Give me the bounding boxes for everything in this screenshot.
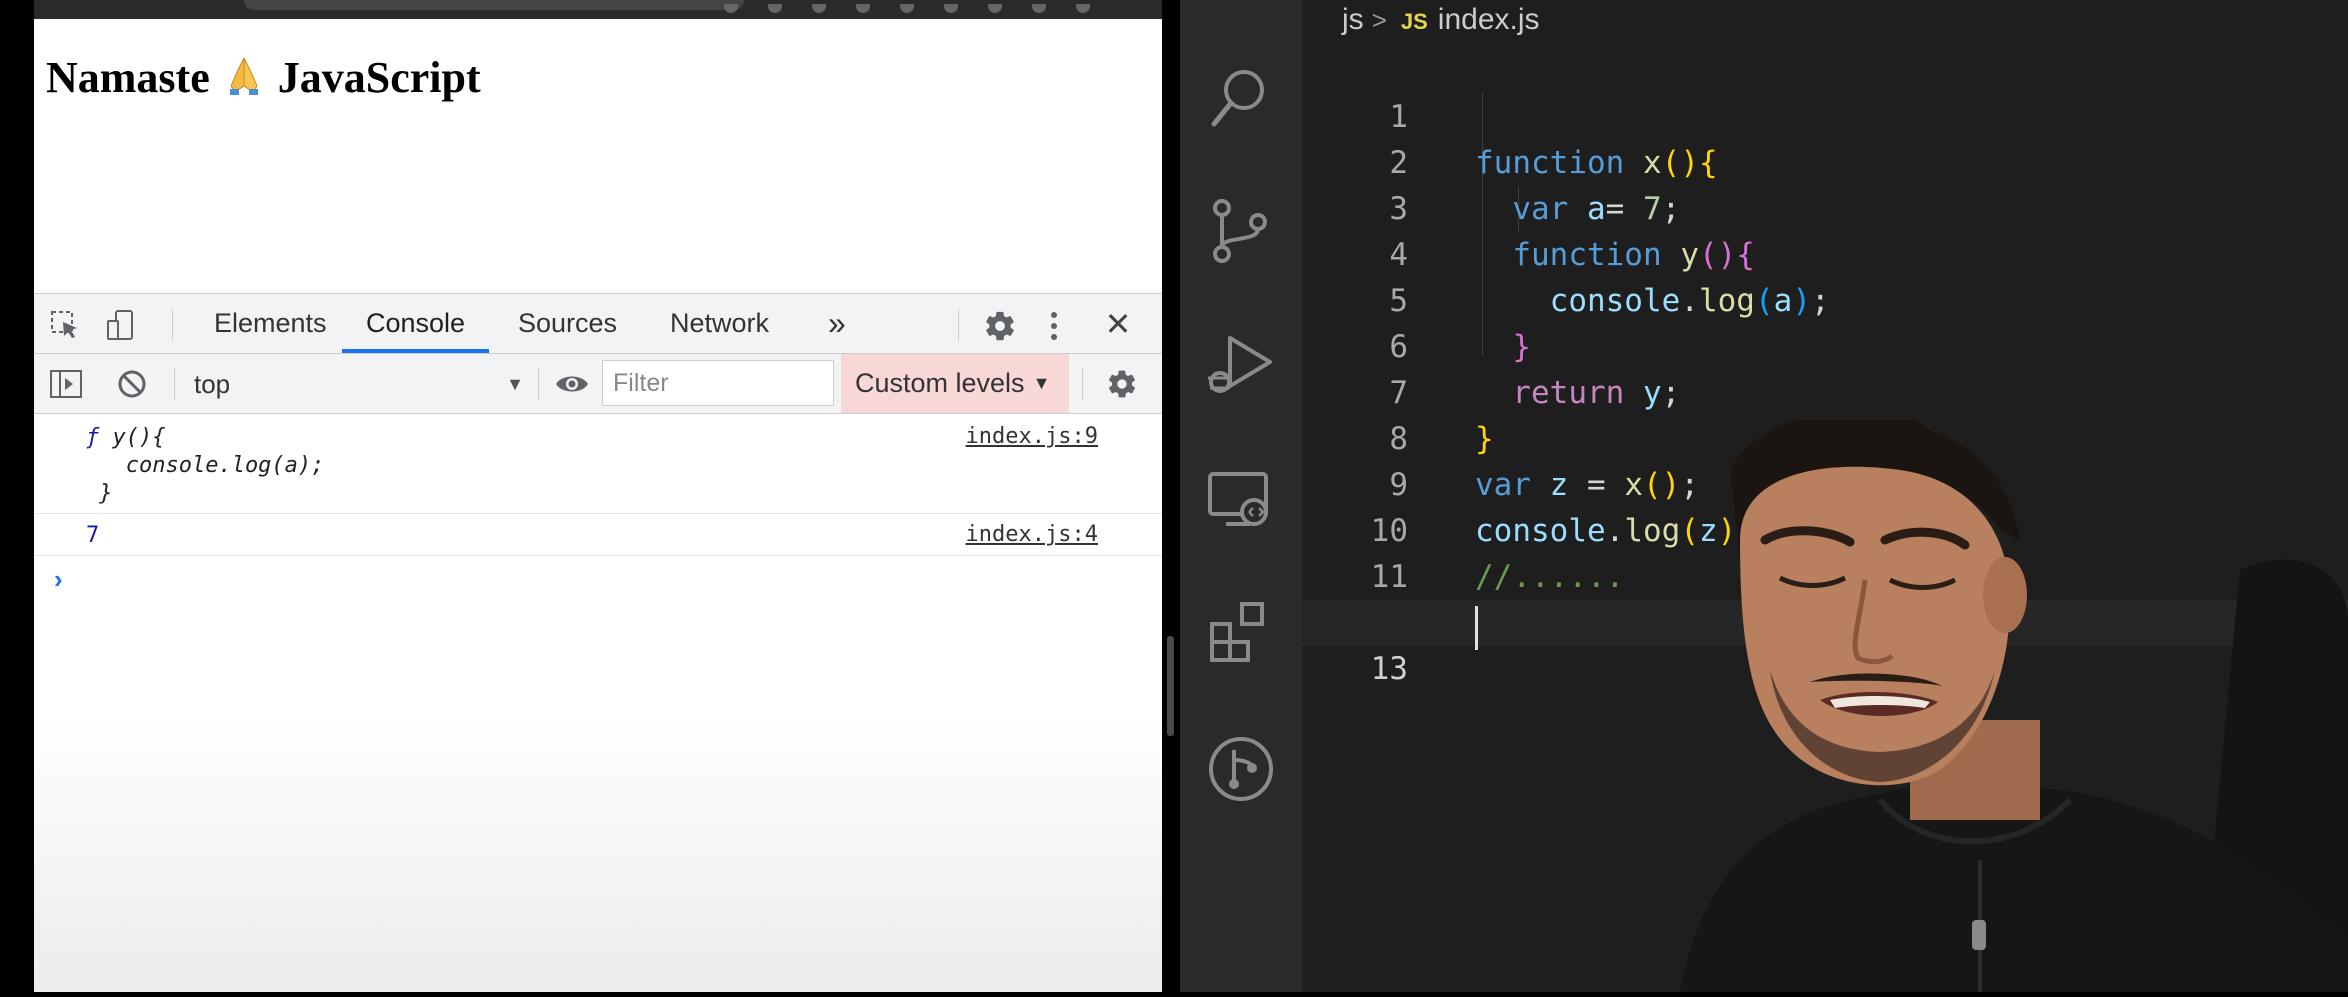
explorer-search-icon[interactable] — [1206, 62, 1276, 132]
console-filter-input[interactable] — [602, 360, 834, 406]
page-title-left: Namaste — [46, 53, 210, 102]
context-selector[interactable]: top ▼ — [194, 364, 524, 404]
console-settings-gear-icon[interactable] — [1104, 366, 1140, 402]
console-output: ƒ y(){ console.log(a); } index.js:9 7 in… — [34, 414, 1162, 992]
context-value: top — [194, 369, 231, 399]
extension-icons — [724, 0, 1144, 13]
eye-icon[interactable] — [552, 366, 592, 402]
code-line-2: 2 var a= 7; — [1389, 145, 1681, 227]
code-line-6: 6 return y; — [1389, 329, 1681, 411]
js-file-icon: JS — [1400, 9, 1428, 34]
clear-console-icon[interactable] — [114, 366, 150, 402]
run-debug-icon[interactable] — [1206, 330, 1276, 400]
chevron-down-icon: ▼ — [1032, 373, 1051, 393]
page-title-right: JavaScript — [277, 53, 481, 102]
source-link[interactable]: index.js:4 — [966, 522, 1098, 547]
code-line-5: 5 } — [1389, 283, 1531, 365]
activity-bar — [1180, 0, 1302, 992]
code-line-7: 7 } — [1389, 375, 1494, 457]
console-prompt[interactable]: › — [54, 564, 63, 595]
code-line-4: 4 console.log(a); — [1389, 237, 1830, 319]
console-message: ƒ y(){ console.log(a); } index.js:9 — [34, 414, 1162, 514]
more-tabs-button[interactable]: » — [804, 294, 870, 353]
console-message: 7 index.js:4 — [34, 514, 1162, 556]
chevron-right-icon: > — [1371, 5, 1387, 35]
folded-hands-emoji — [227, 56, 261, 107]
console-message-text: ƒ y(){ console.log(a); } — [86, 425, 325, 506]
close-icon[interactable]: ✕ — [1100, 306, 1136, 342]
chevron-down-icon: ▼ — [506, 374, 524, 394]
split-divider — [1162, 0, 1180, 992]
tab-sources[interactable]: Sources — [494, 294, 641, 353]
extensions-icon[interactable] — [1206, 598, 1276, 668]
device-toolbar-icon[interactable] — [104, 308, 138, 342]
presenter-webcam — [1680, 409, 2348, 992]
log-levels-label: Custom levels — [855, 368, 1025, 398]
breadcrumb-folder[interactable]: js — [1342, 3, 1364, 36]
console-toolbar: top ▼ Custom levels ▼ — [34, 354, 1162, 414]
text-cursor — [1475, 606, 1478, 650]
remote-explorer-icon[interactable] — [1206, 466, 1276, 536]
code-line-1: 1 function x(){ — [1389, 99, 1718, 181]
split-drag-handle[interactable] — [1167, 636, 1174, 736]
code-line-3: 3 function y(){ — [1389, 191, 1755, 273]
left-letterbox — [0, 0, 34, 992]
tab-console[interactable]: Console — [342, 294, 490, 353]
breadcrumb-file[interactable]: index.js — [1438, 3, 1540, 36]
address-bar[interactable] — [244, 0, 744, 10]
kebab-menu-icon[interactable] — [1044, 308, 1064, 344]
sidebar-toggle-icon[interactable] — [48, 366, 84, 402]
log-levels-dropdown[interactable]: Custom levels ▼ — [841, 354, 1069, 413]
devtools-tab-bar: Elements Console Sources Network » ✕ — [34, 293, 1162, 354]
inspect-element-icon[interactable] — [48, 308, 82, 342]
browser-window: Namaste JavaScript Elements Console Sour… — [34, 0, 1162, 992]
settings-gear-icon[interactable] — [982, 308, 1018, 344]
breadcrumb: js > JS index.js — [1342, 0, 1540, 40]
source-link[interactable]: index.js:9 — [966, 424, 1098, 449]
page-title: Namaste JavaScript — [46, 52, 481, 107]
gitlens-icon[interactable] — [1206, 734, 1276, 804]
code-line-8: 8 var z = x(); — [1389, 421, 1700, 503]
source-control-icon[interactable] — [1206, 196, 1276, 266]
tab-network[interactable]: Network — [646, 294, 793, 353]
tab-elements[interactable]: Elements — [190, 294, 351, 353]
browser-top-chrome — [34, 0, 1162, 19]
console-value: 7 — [86, 523, 100, 548]
